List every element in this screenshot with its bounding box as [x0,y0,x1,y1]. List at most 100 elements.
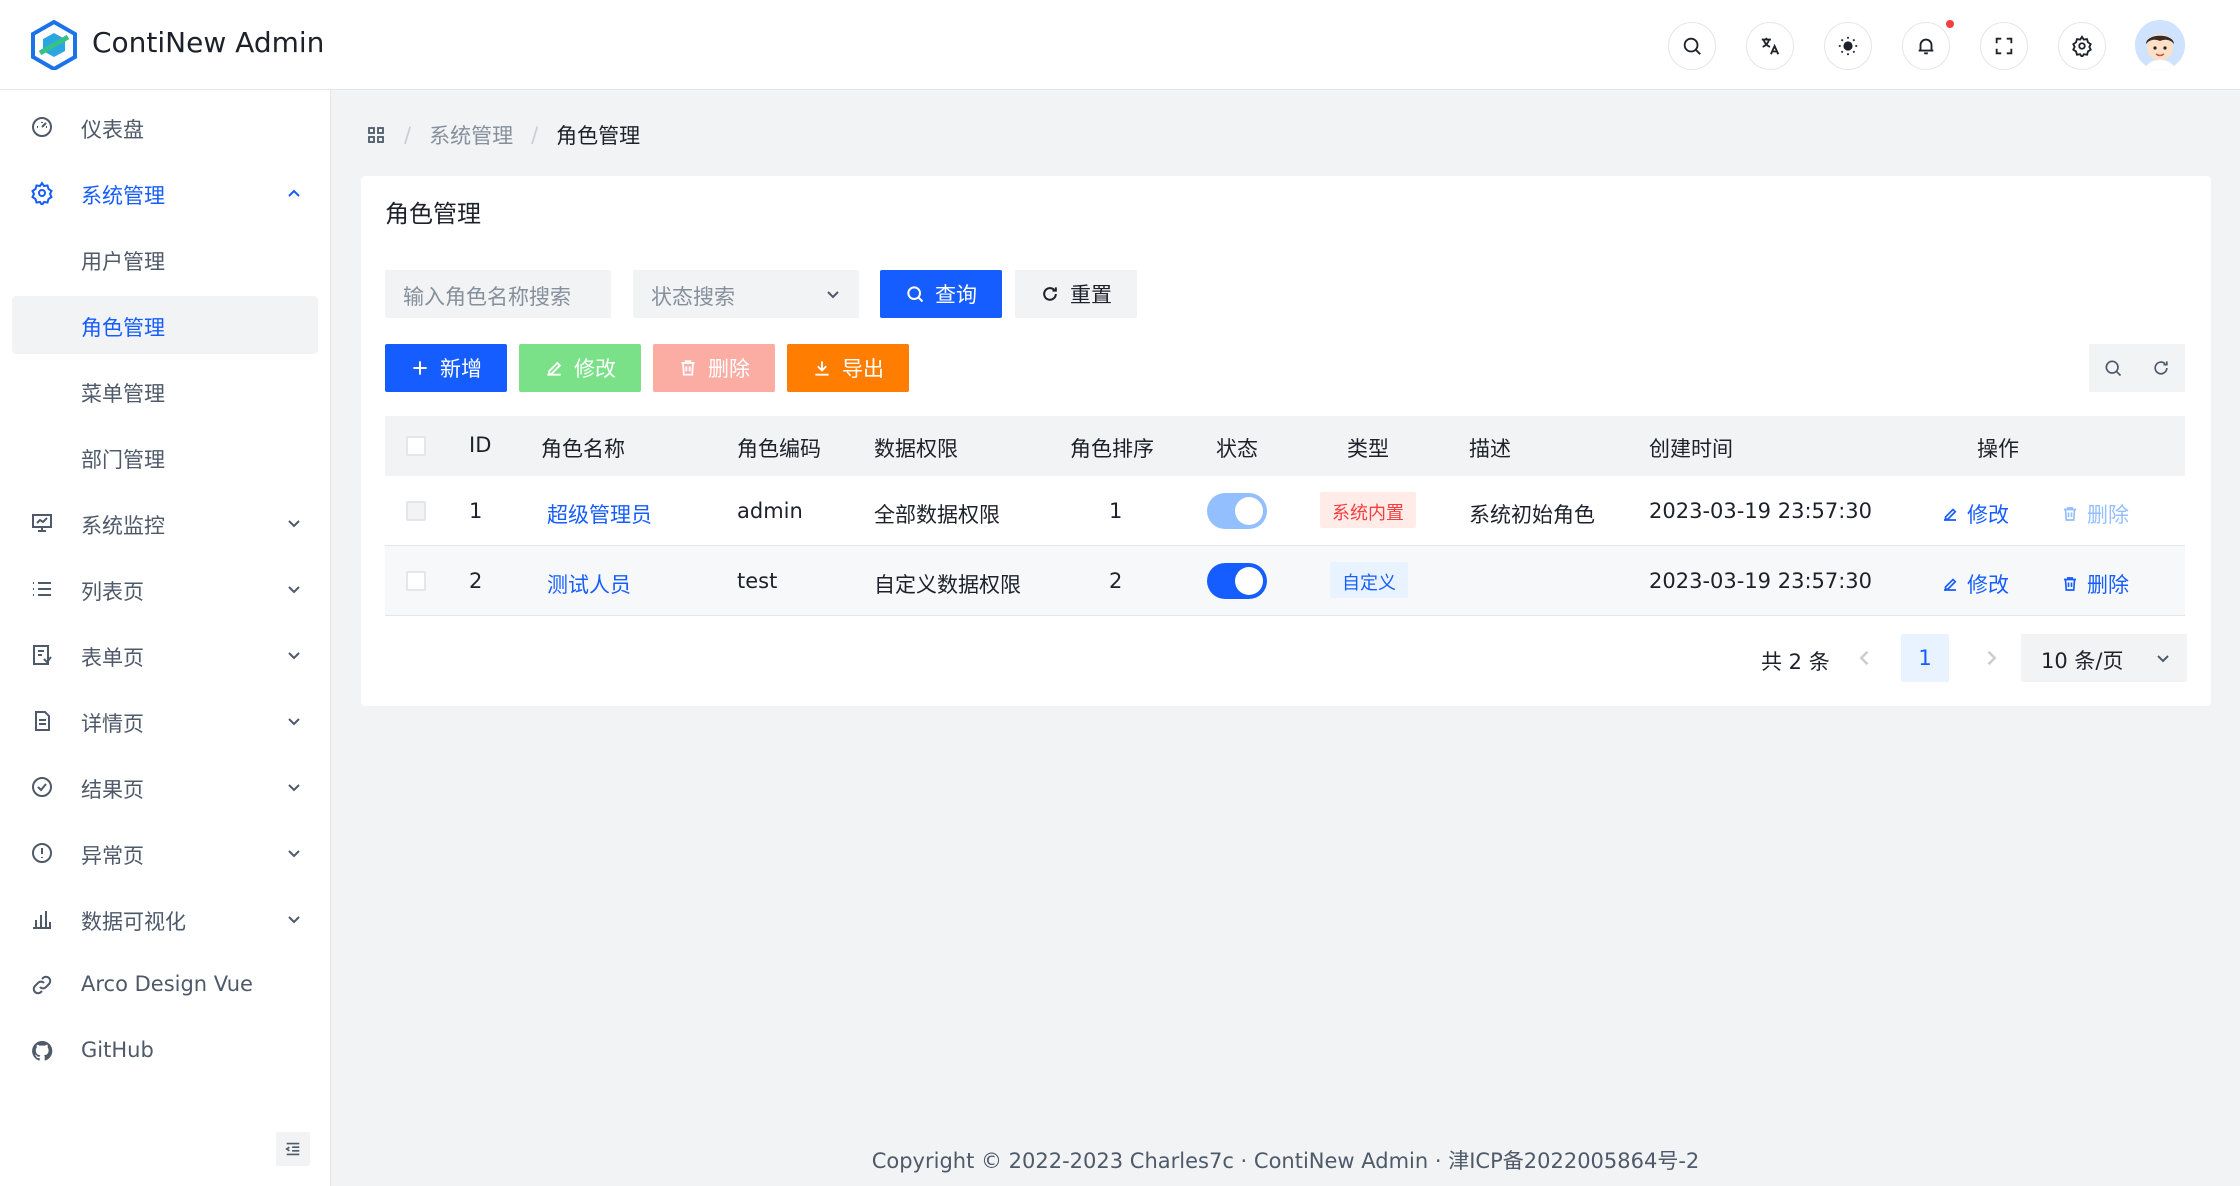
type-tag: 系统内置 [1320,492,1416,528]
trash-icon [681,360,695,376]
edit-icon [1944,578,1957,591]
chevron-right-icon[interactable] [1981,648,2001,668]
cell-data-scope: 全部数据权限 [874,503,1000,527]
row-checkbox [406,501,426,521]
app-logo[interactable] [30,20,78,70]
exclamation-icon [32,843,52,863]
row-delete-link[interactable]: 删除 [2061,569,2129,599]
link-icon [32,975,52,995]
column-header: 角色名称 [541,437,625,461]
sidebar-item-departments[interactable]: 部门管理 [12,428,318,486]
row-edit-label: 修改 [1967,573,2009,597]
row-edit-link[interactable]: 修改 [1941,569,2009,599]
table-header: ID 角色名称 角色编码 数据权限 角色排序 状态 类型 描述 创建时间 操作 [385,416,2185,476]
query-button-label: 查询 [935,283,977,307]
gear-icon [31,181,53,205]
search-icon [907,286,924,303]
search-icon[interactable] [1668,22,1716,70]
column-header: 类型 [1347,437,1389,461]
trash-icon [2064,577,2076,591]
sidebar-item-form[interactable]: 表单页 [12,626,318,684]
search-icon [2105,360,2122,377]
query-button[interactable]: 查询 [880,270,1002,318]
row-edit-label: 修改 [1967,503,2009,527]
content-card: 角色管理 输入角色名称搜索 状态搜索 查询 重置 新增 修改 删除 导出 ID … [361,176,2211,706]
page-size-value: 10 条/页 [2041,649,2124,673]
chevron-down-icon [288,916,300,924]
column-header: ID [469,433,492,457]
fullscreen-icon[interactable] [1980,22,2028,70]
sidebar-item-result[interactable]: 结果页 [12,758,318,816]
sidebar-item-monitor[interactable]: 系统监控 [12,494,318,552]
table-search-button[interactable] [2089,344,2137,392]
row-delete-label: 删除 [2087,573,2129,597]
sidebar-item-dashboard[interactable]: 仪表盘 [12,98,318,156]
theme-icon[interactable] [1824,22,1872,70]
refresh-icon [2154,361,2168,375]
sidebar-item-github[interactable]: GitHub [12,1022,318,1080]
cell-sort: 2 [1109,569,1123,593]
form-icon [33,645,52,665]
delete-button-label: 删除 [708,357,750,381]
breadcrumb-separator: / [404,123,412,147]
cell-role-name[interactable]: 超级管理员 [547,499,652,529]
reset-button[interactable]: 重置 [1015,270,1137,318]
page-number-current[interactable]: 1 [1901,634,1949,682]
cell-created-time: 2023-03-19 23:57:30 [1649,569,1873,593]
sidebar-item-list[interactable]: 列表页 [12,560,318,618]
sidebar-item-label: 仪表盘 [81,118,144,142]
sidebar-item-exception[interactable]: 异常页 [12,824,318,882]
table-refresh-button[interactable] [2137,344,2185,392]
sidebar-item-roles[interactable]: 角色管理 [12,296,318,354]
select-all-checkbox[interactable] [406,436,426,456]
page-size-select[interactable]: 10 条/页 [2021,634,2187,682]
chevron-down-icon [2157,655,2169,663]
sidebar-item-label: 系统管理 [81,184,165,208]
sidebar-item-menus[interactable]: 菜单管理 [12,362,318,420]
add-button[interactable]: 新增 [385,344,507,392]
edit-button[interactable]: 修改 [519,344,641,392]
reset-button-label: 重置 [1070,283,1112,307]
chevron-down-icon [288,520,300,528]
status-toggle [1207,493,1267,529]
sidebar-item-detail[interactable]: 详情页 [12,692,318,750]
collapse-sidebar-button[interactable] [276,1132,310,1166]
delete-button[interactable]: 删除 [653,344,775,392]
plus-icon [413,361,427,375]
status-toggle[interactable] [1207,563,1267,599]
breadcrumb-item[interactable]: 系统管理 [429,120,513,150]
translate-icon[interactable] [1746,22,1794,70]
list-icon [33,582,51,596]
column-header: 状态 [1216,437,1258,461]
apps-icon[interactable] [366,125,386,145]
toggle-knob [1235,497,1263,525]
settings-icon[interactable] [2058,22,2106,70]
user-avatar[interactable] [2135,20,2185,70]
download-icon [815,361,829,376]
sidebar: 仪表盘 系统管理 用户管理 角色管理 菜单管理 部门管理 系统监控 列表页 表单… [0,90,331,1186]
cell-id: 1 [469,499,483,523]
type-tag: 自定义 [1330,562,1408,598]
file-icon [35,711,50,731]
sidebar-item-users[interactable]: 用户管理 [12,230,318,288]
chevron-up-icon [288,189,300,197]
row-checkbox[interactable] [406,571,426,591]
sidebar-item-label: Arco Design Vue [81,972,253,996]
export-button[interactable]: 导出 [787,344,909,392]
bell-icon[interactable] [1902,22,1950,70]
role-name-search-input[interactable]: 输入角色名称搜索 [385,270,611,318]
status-select-placeholder: 状态搜索 [651,285,735,309]
status-select[interactable]: 状态搜索 [633,270,859,318]
breadcrumb: / 系统管理 / 角色管理 [366,120,640,150]
row-edit-link[interactable]: 修改 [1941,499,2009,529]
sidebar-item-label: 列表页 [81,580,144,604]
chevron-left-icon[interactable] [1855,648,1875,668]
sidebar-item-arco[interactable]: Arco Design Vue [12,956,318,1014]
column-header: 角色编码 [737,437,821,461]
refresh-icon [1043,287,1057,301]
sidebar-item-label: 系统监控 [81,514,165,538]
sidebar-item-label: 角色管理 [81,316,165,340]
cell-role-name[interactable]: 测试人员 [547,569,631,599]
sidebar-item-system[interactable]: 系统管理 [12,164,318,222]
sidebar-item-visualization[interactable]: 数据可视化 [12,890,318,948]
